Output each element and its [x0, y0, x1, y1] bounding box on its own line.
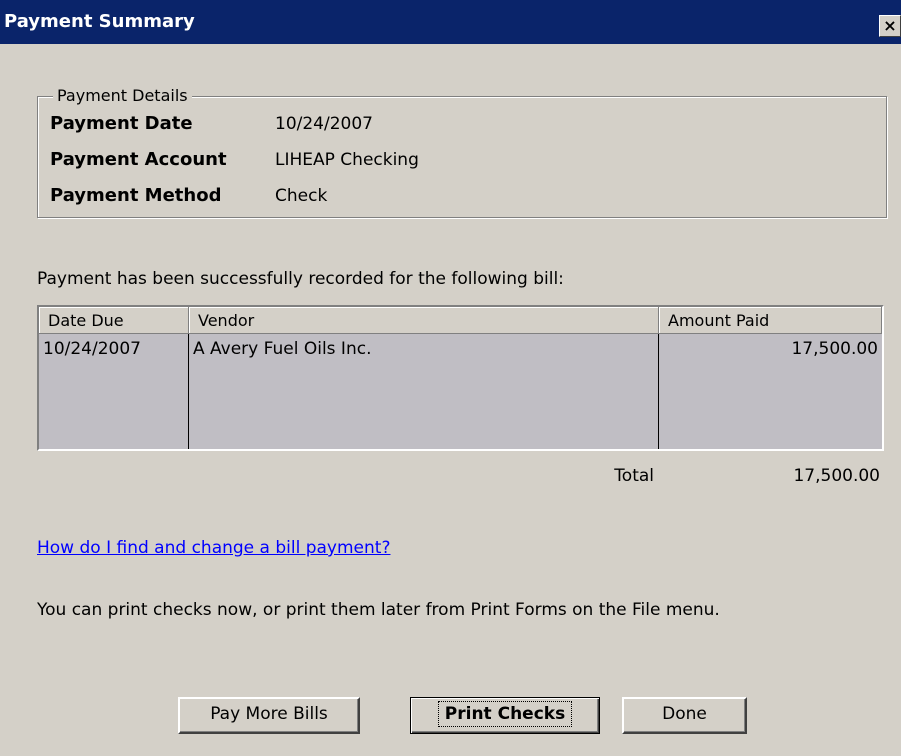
cell-date-due-text: 10/24/2007 — [43, 339, 141, 359]
cell-vendor-text: A Avery Fuel Oils Inc. — [193, 339, 372, 359]
pay-more-bills-button[interactable]: Pay More Bills — [178, 697, 360, 734]
cell-date-due: 10/24/2007 — [39, 334, 189, 449]
column-header-vendor[interactable]: Vendor — [189, 307, 659, 334]
title-bar: Payment Summary × — [0, 0, 901, 44]
column-header-amount-paid[interactable]: Amount Paid — [659, 307, 882, 334]
bills-table-header: Date Due Vendor Amount Paid — [39, 307, 882, 334]
cell-vendor: A Avery Fuel Oils Inc. — [189, 334, 659, 449]
close-button[interactable]: × — [879, 15, 901, 37]
table-row[interactable]: 10/24/2007 A Avery Fuel Oils Inc. 17,500… — [39, 334, 882, 449]
payment-details-group: Payment Details Payment Date 10/24/2007 … — [37, 85, 887, 218]
total-value: 17,500.00 — [793, 466, 880, 486]
cell-amount-paid: 17,500.00 — [659, 334, 882, 449]
help-link[interactable]: How do I find and change a bill payment? — [37, 538, 390, 558]
success-message: Payment has been successfully recorded f… — [37, 269, 564, 289]
payment-account-label: Payment Account — [50, 149, 227, 170]
done-button[interactable]: Done — [622, 697, 747, 734]
print-note: You can print checks now, or print them … — [37, 600, 720, 620]
column-header-date-due[interactable]: Date Due — [39, 307, 189, 334]
payment-date-value: 10/24/2007 — [275, 114, 373, 134]
print-checks-label: Print Checks — [437, 701, 573, 727]
window-title: Payment Summary — [4, 11, 195, 32]
payment-date-label: Payment Date — [50, 113, 193, 134]
close-icon: × — [883, 16, 897, 35]
bills-table[interactable]: Date Due Vendor Amount Paid 10/24/2007 A… — [37, 305, 884, 451]
total-label: Total — [614, 466, 654, 486]
payment-details-legend: Payment Details — [53, 85, 192, 107]
print-checks-button[interactable]: Print Checks — [410, 697, 600, 734]
payment-account-value: LIHEAP Checking — [275, 150, 419, 170]
cell-amount-paid-text: 17,500.00 — [791, 339, 878, 359]
payment-method-value: Check — [275, 186, 328, 206]
payment-method-label: Payment Method — [50, 185, 222, 206]
